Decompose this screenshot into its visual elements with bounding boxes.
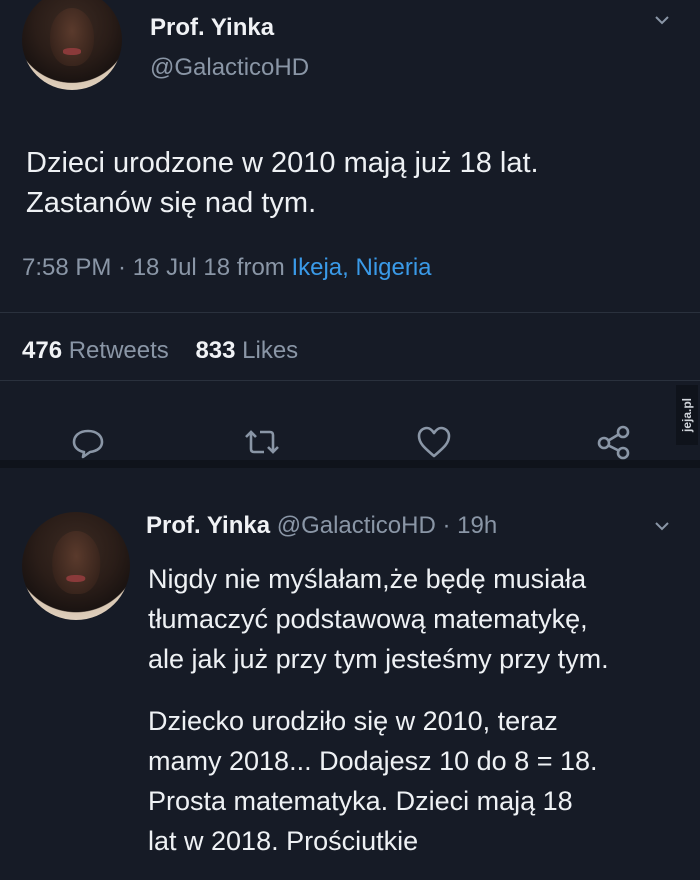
reply-text-line: Prosta matematyka. Dzieci mają 18 [148,786,573,816]
chevron-down-icon[interactable] [655,16,669,25]
chevron-down-icon[interactable] [655,522,669,531]
reply-text-line: tłumaczyć podstawową matematykę, [148,604,588,634]
share-icon[interactable] [594,422,634,462]
avatar-lips [66,574,86,583]
likes-count[interactable]: 833 [195,337,235,364]
retweets-count[interactable]: 476 [22,337,62,364]
reply-text-line: lat w 2018. Prościutkie [148,826,419,856]
tweet-location[interactable]: Ikeja, Nigeria [291,254,431,281]
divider [0,380,700,381]
avatar-lips [63,48,81,55]
author-name[interactable]: Prof. Yinka [150,14,274,42]
reply-text-line: Dziecko urodziło się w 2010, teraz [148,706,558,736]
avatar[interactable] [22,512,130,620]
retweets-label[interactable]: Retweets [69,337,169,364]
author-name[interactable]: Prof. Yinka [146,512,270,539]
likes-label[interactable]: Likes [242,337,298,364]
avatar-face [50,8,94,66]
reply-text-line: ale jak już przy tym jesteśmy przy tym. [148,644,609,674]
reply-icon[interactable] [68,422,108,462]
tweet-meta: 7:58 PM · 18 Jul 18 from Ikeja, Nigeria [22,254,432,282]
author-handle[interactable]: @GalacticoHD [150,54,309,82]
retweet-icon[interactable] [242,422,282,462]
reply-header: Prof. Yinka @GalacticoHD · 19h [146,512,497,540]
tweet-time: 7:58 PM · 18 Jul 18 from [22,254,292,281]
like-icon[interactable] [414,422,454,462]
reply-text-line: mamy 2018... Dodajesz 10 do 8 = 18. [148,746,598,776]
avatar[interactable] [22,0,122,90]
author-handle[interactable]: @GalacticoHD [277,512,436,539]
watermark: jeja.pl [676,385,698,445]
main-tweet: Prof. Yinka @GalacticoHD Dzieci urodzone… [0,0,700,460]
tweet-age[interactable]: · 19h [442,512,497,539]
divider [0,312,700,313]
tweet-separator [0,460,700,468]
reply-text-line: Nigdy nie myślałam,że będę musiała [148,564,587,594]
avatar-face [52,531,100,595]
tweet-stats: 476 Retweets 833 Likes [22,337,298,365]
tweet-text-line-1: Dzieci urodzone w 2010 mają już 18 lat. [26,147,539,179]
tweet-text-line-2: Zastanów się nad tym. [26,187,317,219]
